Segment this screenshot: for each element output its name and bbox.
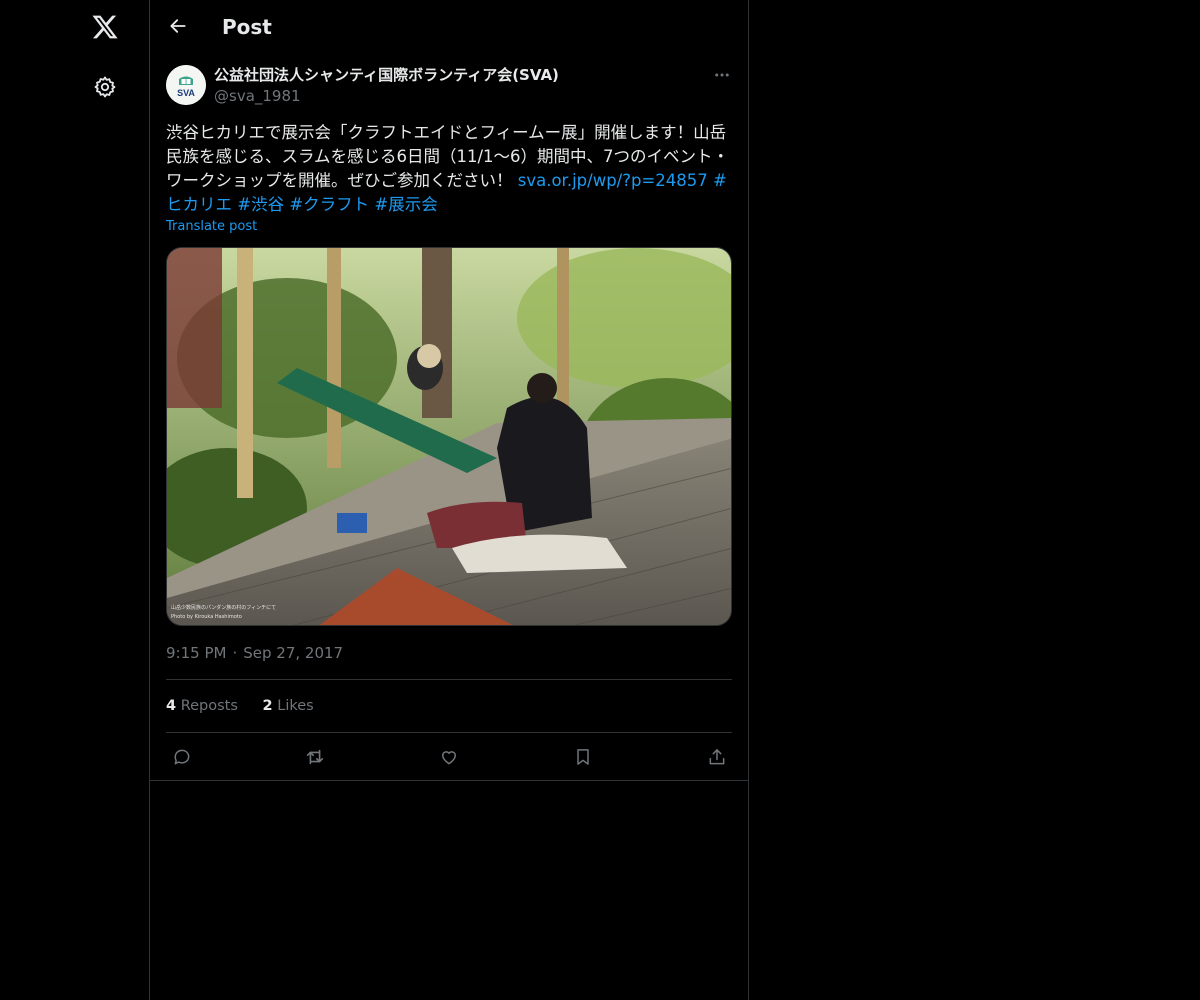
- likes-label: Likes: [277, 698, 314, 714]
- hashtag-link[interactable]: #クラフト: [289, 195, 369, 214]
- post-bottom-border: [150, 780, 748, 781]
- post-date: Sep 27, 2017: [243, 644, 344, 662]
- reposts-stat[interactable]: 4 Reposts: [166, 696, 238, 716]
- hashtag-link[interactable]: #展示会: [374, 195, 437, 214]
- like-button[interactable]: [433, 741, 465, 773]
- bookmark-button[interactable]: [567, 741, 599, 773]
- page-title: Post: [222, 15, 272, 39]
- avatar[interactable]: SVA: [166, 65, 206, 105]
- reposts-count: 4: [166, 698, 177, 714]
- post-image[interactable]: 山岳少数民族のパンダン族の村のフィンチにて Photo by Kirouka H…: [166, 247, 732, 626]
- divider: [166, 732, 732, 733]
- back-button[interactable]: [161, 9, 195, 43]
- share-icon: [709, 749, 725, 765]
- post-timestamp[interactable]: 9:15 PM · Sep 27, 2017: [166, 643, 343, 663]
- main-column: Post SVA 公益社団法人シャンティ国際ボランティア会(SVA) @sva_…: [150, 0, 749, 1000]
- post-link[interactable]: sva.or.jp/wp/?p=24857: [518, 171, 708, 190]
- author-display-name[interactable]: 公益社団法人シャンティ国際ボランティア会(SVA): [214, 65, 559, 85]
- bookmark-icon: [577, 749, 589, 765]
- reply-button[interactable]: [166, 741, 198, 773]
- more-options-button[interactable]: [710, 63, 734, 87]
- left-nav: [0, 0, 150, 1000]
- action-bar: [166, 737, 732, 775]
- translate-post-link[interactable]: Translate post: [166, 218, 257, 236]
- image-caption-line1: 山岳少数民族のパンダン族の村のフィンチにて: [171, 604, 276, 611]
- separator-dot: ·: [232, 644, 238, 662]
- more-dots-icon: [715, 73, 729, 77]
- header: Post: [150, 0, 748, 53]
- post-time: 9:15 PM: [166, 644, 227, 662]
- share-button[interactable]: [701, 741, 733, 773]
- reply-icon: [174, 749, 190, 765]
- hashtag-link[interactable]: #渋谷: [237, 195, 284, 214]
- like-icon: [442, 751, 456, 765]
- repost-button[interactable]: [299, 741, 331, 773]
- gear-icon[interactable]: [83, 65, 127, 109]
- author-handle[interactable]: @sva_1981: [214, 86, 301, 106]
- reposts-label: Reposts: [180, 698, 238, 714]
- likes-stat[interactable]: 2 Likes: [263, 696, 314, 716]
- likes-count: 2: [262, 698, 273, 714]
- post-text: 渋谷ヒカリエで展示会「クラフトエイドとフィームー展」開催します！山岳民族を感じる…: [166, 121, 732, 217]
- arrow-left-icon: [170, 19, 186, 33]
- avatar-text: SVA: [177, 88, 195, 98]
- repost-icon: [306, 749, 324, 765]
- engagement-stats: 4 Reposts 2 Likes: [166, 696, 334, 716]
- divider: [166, 679, 732, 680]
- x-logo-icon[interactable]: [83, 5, 127, 49]
- image-caption-line2: Photo by Kirouka Hashimoto: [171, 614, 242, 620]
